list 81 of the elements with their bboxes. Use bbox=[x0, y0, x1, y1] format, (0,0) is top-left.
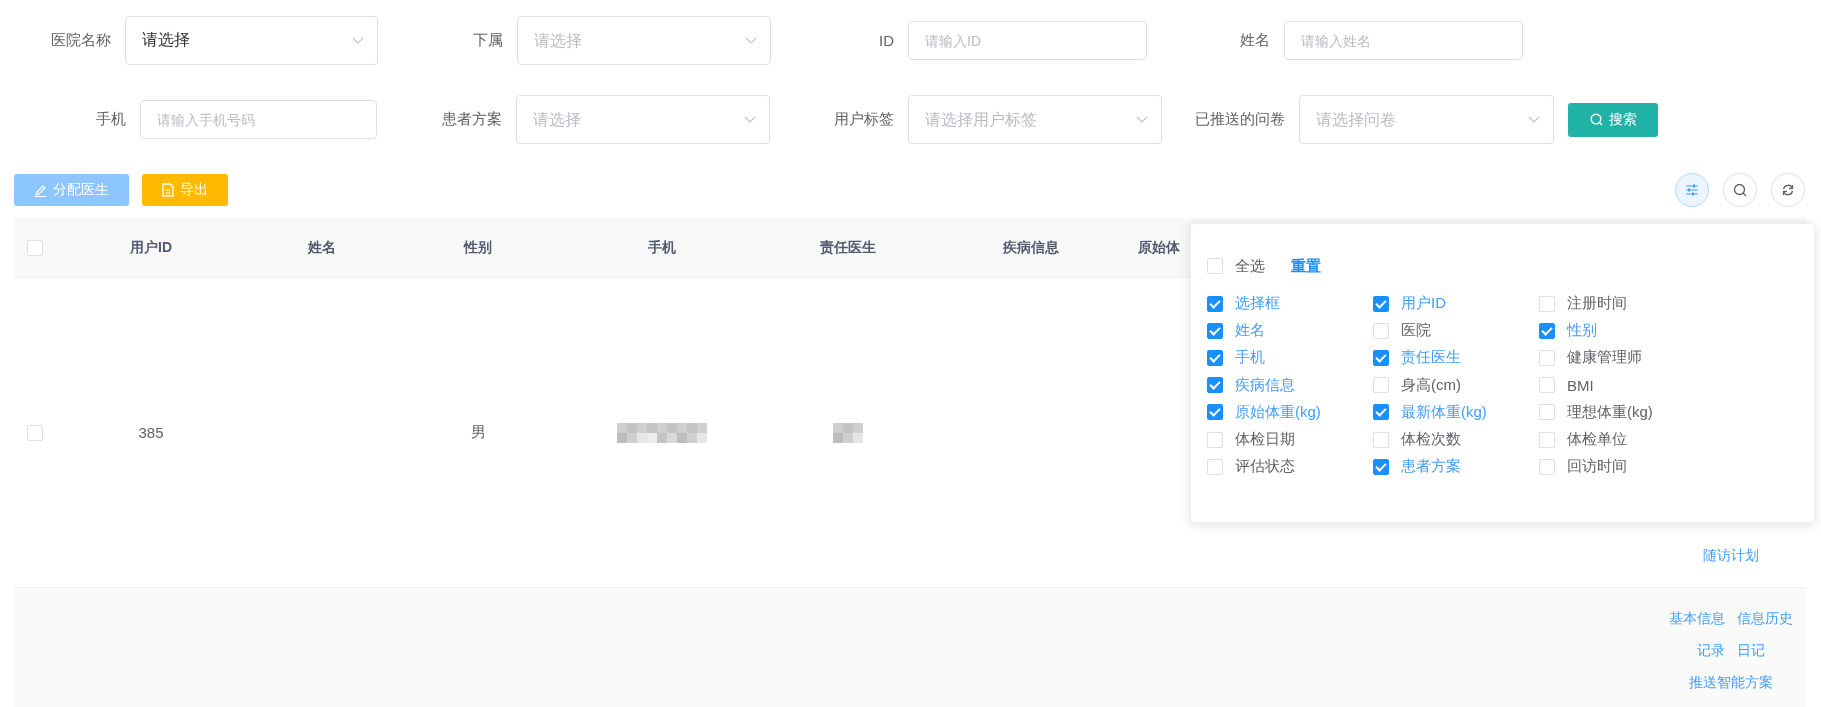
field-label: 姓名 bbox=[1239, 31, 1271, 50]
select-field[interactable]: 请选择 bbox=[517, 16, 771, 65]
search-button[interactable]: 搜索 bbox=[1568, 102, 1658, 137]
action-link[interactable]: 推送智能方案 bbox=[1689, 674, 1773, 692]
option-label[interactable]: 责任医生 bbox=[1401, 348, 1461, 368]
input-field[interactable]: 请输入姓名 bbox=[1284, 21, 1523, 60]
chevron-down-icon bbox=[745, 36, 757, 45]
pixelated-mosaic bbox=[833, 422, 863, 443]
chevron-down-icon bbox=[1528, 115, 1540, 124]
column-header: 性别 bbox=[464, 238, 492, 257]
option-label[interactable]: 回访时间 bbox=[1567, 457, 1627, 477]
action-link[interactable]: 随访计划 bbox=[1703, 547, 1759, 565]
checkbox[interactable] bbox=[1373, 349, 1389, 366]
checkbox[interactable] bbox=[1539, 322, 1555, 339]
refresh-button[interactable] bbox=[1771, 173, 1805, 207]
checkbox[interactable] bbox=[1373, 295, 1389, 312]
column-header: 手机 bbox=[648, 238, 676, 257]
option-label[interactable]: 理想体重(kg) bbox=[1567, 402, 1653, 422]
option-label[interactable]: 性别 bbox=[1567, 321, 1597, 341]
option-label[interactable]: 姓名 bbox=[1235, 321, 1265, 341]
option-label[interactable]: 评估状态 bbox=[1235, 457, 1295, 477]
table-cell: 385 bbox=[138, 424, 164, 441]
reset-link[interactable]: 重置 bbox=[1291, 256, 1321, 276]
column-header: 原始体 bbox=[1138, 238, 1180, 257]
action-link[interactable]: 信息历史 bbox=[1737, 610, 1793, 628]
option-label[interactable]: 原始体重(kg) bbox=[1235, 402, 1321, 422]
action-link[interactable]: 记录 bbox=[1697, 642, 1725, 660]
input-field[interactable]: 请输入手机号码 bbox=[140, 100, 377, 139]
option-label[interactable]: 疾病信息 bbox=[1235, 375, 1295, 395]
column-header: 责任医生 bbox=[820, 238, 876, 257]
search-icon bbox=[1589, 113, 1603, 126]
action-link[interactable]: 日记 bbox=[1737, 642, 1765, 660]
refresh-icon bbox=[1781, 183, 1795, 197]
chevron-down-icon bbox=[744, 115, 756, 124]
option-label[interactable]: 全选 bbox=[1235, 256, 1265, 276]
pencil-icon bbox=[34, 183, 47, 197]
option-label[interactable]: 身高(cm) bbox=[1401, 375, 1461, 395]
select-field[interactable]: 请选择 bbox=[516, 95, 770, 144]
checkbox[interactable] bbox=[1373, 404, 1389, 421]
option-label[interactable]: 健康管理师 bbox=[1567, 348, 1642, 368]
checkbox[interactable] bbox=[1373, 458, 1389, 475]
option-label[interactable]: 患者方案 bbox=[1401, 457, 1461, 477]
input-field[interactable]: 请输入ID bbox=[908, 21, 1147, 60]
column-header: 姓名 bbox=[308, 238, 336, 257]
option-label[interactable]: 医院 bbox=[1401, 321, 1431, 341]
table-cell: 男 bbox=[470, 423, 486, 442]
checkbox[interactable] bbox=[1207, 349, 1223, 366]
option-label[interactable]: 手机 bbox=[1235, 348, 1265, 368]
option-label[interactable]: 用户ID bbox=[1401, 294, 1446, 314]
option-label[interactable]: 注册时间 bbox=[1567, 294, 1627, 314]
column-header: 用户ID bbox=[130, 238, 172, 257]
option-label[interactable]: 最新体重(kg) bbox=[1401, 402, 1487, 422]
column-header: 疾病信息 bbox=[1003, 238, 1059, 257]
checkbox[interactable] bbox=[1207, 295, 1223, 312]
chevron-down-icon bbox=[1136, 115, 1148, 124]
option-label[interactable]: 体检日期 bbox=[1235, 430, 1295, 450]
checkbox[interactable] bbox=[1207, 377, 1223, 394]
field-label: 下属 bbox=[472, 31, 504, 50]
option-label[interactable]: 体检次数 bbox=[1401, 430, 1461, 450]
option-label[interactable]: 选择框 bbox=[1235, 294, 1280, 314]
select-field[interactable]: 请选择 bbox=[125, 16, 378, 65]
checkbox[interactable] bbox=[1207, 322, 1223, 339]
field-label: 患者方案 bbox=[441, 110, 503, 129]
field-label: 手机 bbox=[95, 110, 127, 129]
columns-settings-button[interactable] bbox=[1675, 173, 1709, 207]
sliders-icon bbox=[1685, 184, 1699, 196]
field-label: 医院名称 bbox=[50, 31, 112, 50]
document-icon bbox=[162, 183, 174, 197]
field-label: 用户标签 bbox=[833, 110, 895, 129]
option-label[interactable]: BMI bbox=[1567, 376, 1594, 394]
option-label[interactable]: 体检单位 bbox=[1567, 430, 1627, 450]
action-link[interactable]: 基本信息 bbox=[1669, 610, 1725, 628]
checkbox[interactable] bbox=[1207, 404, 1223, 421]
select-field[interactable]: 请选择用户标签 bbox=[908, 95, 1162, 144]
export-button[interactable]: 导出 bbox=[142, 174, 228, 206]
field-label: ID bbox=[878, 32, 895, 49]
field-label: 已推送的问卷 bbox=[1194, 110, 1286, 129]
chevron-down-icon bbox=[352, 36, 364, 45]
select-field[interactable]: 请选择问卷 bbox=[1299, 95, 1554, 144]
search-icon bbox=[1733, 183, 1747, 197]
search-toggle-button[interactable] bbox=[1723, 173, 1757, 207]
